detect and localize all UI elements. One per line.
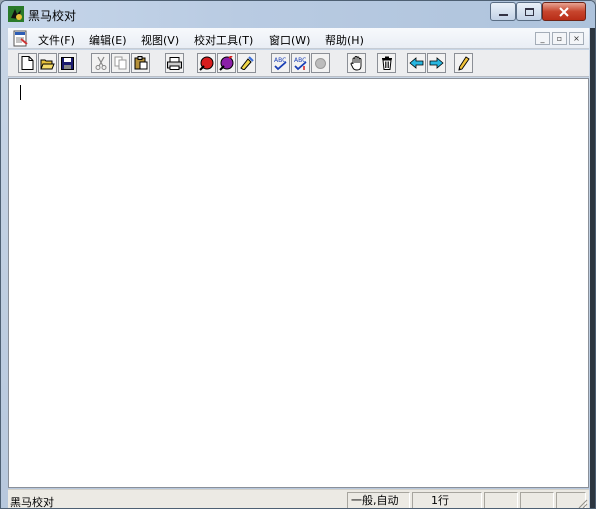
menu-window[interactable]: 窗口(W) <box>269 32 310 48</box>
hand-icon <box>350 55 361 70</box>
open-icon <box>40 59 55 69</box>
highlighter-icon <box>240 56 254 70</box>
open-button[interactable] <box>38 53 57 73</box>
title-bar[interactable]: 黑马校对 <box>1 1 595 28</box>
new-button[interactable] <box>18 53 37 73</box>
maximize-icon <box>524 7 534 16</box>
child-restore-button[interactable]: ▫ <box>552 32 567 45</box>
arrow-left-button[interactable] <box>407 53 426 73</box>
menu-help[interactable]: 帮助(H) <box>325 32 364 48</box>
paste-icon <box>134 56 147 70</box>
window-edge <box>590 28 595 508</box>
record-button[interactable] <box>311 53 330 73</box>
proofread-red-icon <box>199 56 214 71</box>
delete-button[interactable] <box>377 53 396 73</box>
spellcheck-button[interactable]: ABC <box>271 53 290 73</box>
menu-file[interactable]: 文件(F) <box>38 32 75 48</box>
child-minimize-button[interactable]: _ <box>535 32 550 45</box>
app-icon <box>8 6 24 22</box>
toolbar: ABC ABC <box>8 50 589 77</box>
print-button[interactable] <box>165 53 184 73</box>
proofread-red-button[interactable] <box>197 53 216 73</box>
child-close-button[interactable]: × <box>569 32 584 45</box>
hand-button[interactable] <box>347 53 366 73</box>
menu-proofread-tools[interactable]: 校对工具(T) <box>194 32 253 48</box>
paste-button[interactable] <box>131 53 150 73</box>
maximize-button[interactable] <box>516 2 542 21</box>
record-icon <box>315 57 326 69</box>
menu-edit[interactable]: 编辑(E) <box>89 32 127 48</box>
app-window: 黑马校对 文件(F) 编辑(E) 视图(V) 校对工具(T) 窗口(W) 帮助(… <box>0 0 596 509</box>
status-mode: 一般,自动 <box>347 492 410 508</box>
status-line: 1行 <box>412 492 482 508</box>
window-title: 黑马校对 <box>28 9 77 23</box>
pencil-icon <box>457 55 470 71</box>
delete-icon <box>381 56 392 70</box>
menu-bar: 文件(F) 编辑(E) 视图(V) 校对工具(T) 窗口(W) 帮助(H) _ … <box>8 28 589 49</box>
arrow-left-icon <box>409 57 424 69</box>
cut-button[interactable] <box>91 53 110 73</box>
copy-icon <box>114 56 126 70</box>
status-cell-empty-2 <box>520 492 554 508</box>
save-button[interactable] <box>58 53 77 73</box>
proofread-purple-icon <box>219 55 234 71</box>
save-icon <box>61 56 74 70</box>
close-button[interactable] <box>542 2 586 21</box>
proofread-purple-button[interactable] <box>217 53 236 73</box>
print-icon <box>167 56 182 70</box>
text-caret <box>20 85 21 100</box>
resize-grip-icon[interactable] <box>576 497 588 509</box>
minimize-button[interactable] <box>490 2 516 21</box>
status-bar: 黑马校对 一般,自动 1行 <box>8 489 589 509</box>
copy-button[interactable] <box>111 53 130 73</box>
status-cell-empty-1 <box>484 492 518 508</box>
spellcheck-next-button[interactable]: ABC <box>291 53 310 73</box>
document-icon[interactable] <box>12 30 29 47</box>
arrow-right-button[interactable] <box>427 53 446 73</box>
highlighter-button[interactable] <box>237 53 256 73</box>
pencil-button[interactable] <box>454 53 473 73</box>
cut-icon <box>95 56 106 70</box>
spellcheck-next-icon: ABC <box>294 57 307 70</box>
close-icon <box>559 6 569 17</box>
minimize-icon <box>498 13 508 16</box>
document-editor[interactable] <box>8 78 589 488</box>
new-icon <box>21 56 34 70</box>
spellcheck-icon: ABC <box>274 57 287 70</box>
arrow-right-icon <box>429 57 444 69</box>
menu-view[interactable]: 视图(V) <box>141 32 179 48</box>
status-app-name: 黑马校对 <box>10 496 54 509</box>
